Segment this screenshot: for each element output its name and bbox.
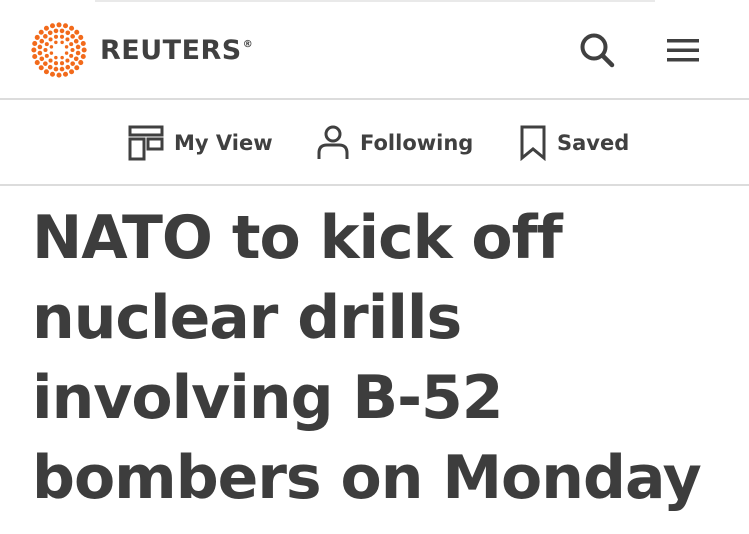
my-view-icon bbox=[128, 125, 164, 161]
site-header: REUTERS® bbox=[0, 0, 749, 100]
nav-saved[interactable]: Saved bbox=[519, 122, 629, 164]
search-button[interactable] bbox=[577, 30, 617, 70]
nav-saved-label: Saved bbox=[557, 131, 630, 155]
bookmark-icon bbox=[520, 125, 546, 161]
brand-wordmark: REUTERS® bbox=[100, 34, 254, 66]
nav-my-view[interactable]: My View bbox=[128, 122, 273, 164]
hamburger-menu-icon bbox=[667, 39, 699, 62]
menu-button[interactable] bbox=[663, 30, 703, 70]
nav-following[interactable]: Following bbox=[316, 122, 473, 164]
article-headline: NATO to kick off nuclear drills involvin… bbox=[32, 203, 702, 513]
reuters-article-page: REUTERS® My View Following Saved NATO to… bbox=[0, 0, 749, 534]
registered-mark: ® bbox=[242, 38, 254, 50]
user-subnav: My View Following Saved bbox=[0, 100, 749, 186]
reuters-logo[interactable]: REUTERS® bbox=[30, 22, 253, 78]
nav-following-label: Following bbox=[360, 131, 474, 155]
reuters-dot-logo-icon bbox=[31, 22, 87, 78]
person-icon bbox=[317, 125, 349, 159]
search-icon bbox=[580, 33, 615, 68]
nav-my-view-label: My View bbox=[174, 131, 273, 155]
